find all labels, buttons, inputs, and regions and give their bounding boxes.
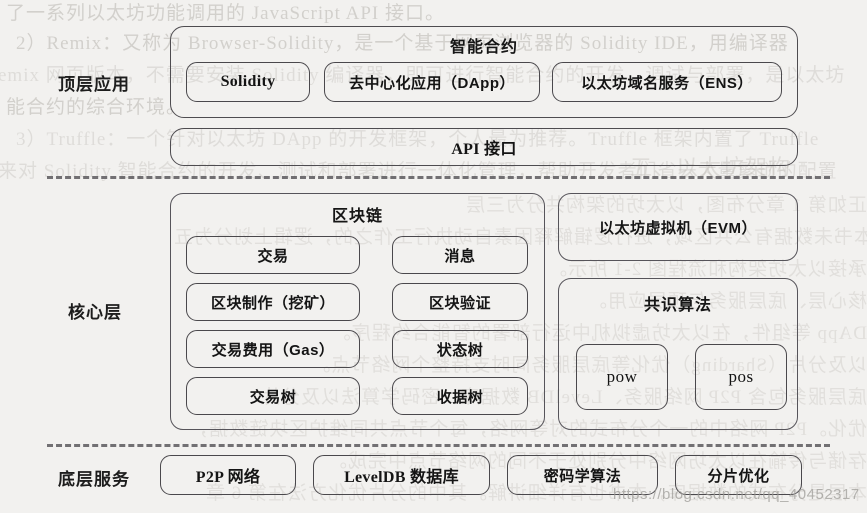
blockchain-item-transaction-label: 交易	[257, 247, 289, 265]
blockchain-title: 区块链	[331, 208, 383, 225]
tier-label-core-layer: 核心层	[68, 303, 122, 322]
bottom-item-p2p-network[interactable]: P2P 网络	[160, 455, 296, 495]
bottom-item-leveldb[interactable]: LevelDB 数据库	[313, 455, 490, 495]
blockchain-item-block-mining-label: 区块制作（挖矿）	[210, 294, 335, 312]
smart-contract-item-dapp-label: 去中心化应用（DApp）	[349, 74, 515, 92]
api-interface-label: API 接口	[451, 141, 517, 158]
blockchain-item-gas-fee-label: 交易费用（Gas）	[211, 341, 335, 359]
blockchain-item-transaction-tree-label: 交易树	[249, 388, 297, 406]
tier-label-bottom-layer: 底层服务	[58, 470, 130, 489]
evm-label: 以太坊虚拟机（EVM）	[598, 219, 757, 237]
divider-top-core	[47, 176, 830, 179]
blockchain-item-message-label: 消息	[444, 247, 476, 265]
bottom-item-sharding-label: 分片优化	[707, 467, 770, 485]
smart-contract-item-dapp[interactable]: 去中心化应用（DApp）	[324, 62, 540, 102]
blockchain-item-receipt-tree-label: 收据树	[436, 388, 484, 406]
bottom-item-p2p-network-label: P2P 网络	[195, 469, 261, 486]
blockchain-item-message[interactable]: 消息	[392, 236, 528, 274]
bottom-item-sharding[interactable]: 分片优化	[675, 455, 802, 495]
smart-contract-item-solidity[interactable]: Solidity	[186, 62, 310, 102]
tier-label-top-layer: 顶层应用	[58, 75, 130, 94]
blockchain-item-gas-fee[interactable]: 交易费用（Gas）	[186, 330, 360, 368]
divider-core-bottom	[47, 444, 830, 447]
bottom-item-cryptography[interactable]: 密码学算法	[507, 455, 658, 495]
diagram-page: 了一系列以太坊功能调用的 JavaScript API 接口。 2）Remix：又…	[0, 0, 867, 513]
smart-contract-item-solidity-label: Solidity	[220, 73, 276, 90]
consensus-item-pos-label: pos	[728, 367, 754, 386]
api-interface-box[interactable]: API 接口	[170, 128, 798, 166]
smart-contract-item-ens-label: 以太坊域名服务（ENS）	[581, 74, 753, 92]
blockchain-item-block-validation[interactable]: 区块验证	[392, 283, 528, 321]
ethereum-architecture-diagram: 顶层应用 核心层 底层服务 智能合约 Solidity 去中心化应用（DApp）…	[0, 0, 867, 513]
blockchain-item-state-tree-label: 状态树	[436, 341, 484, 359]
blockchain-item-transaction-tree[interactable]: 交易树	[186, 377, 360, 415]
blockchain-item-block-mining[interactable]: 区块制作（挖矿）	[186, 283, 360, 321]
blockchain-item-state-tree[interactable]: 状态树	[392, 330, 528, 368]
blockchain-item-receipt-tree[interactable]: 收据树	[392, 377, 528, 415]
bottom-item-leveldb-label: LevelDB 数据库	[344, 469, 459, 486]
bottom-item-cryptography-label: 密码学算法	[543, 467, 622, 485]
blockchain-item-block-validation-label: 区块验证	[428, 294, 491, 312]
consensus-item-pow-label: pow	[606, 367, 638, 386]
consensus-title: 共识算法	[643, 297, 712, 314]
consensus-item-pos[interactable]: pos	[695, 344, 787, 410]
smart-contract-item-ens[interactable]: 以太坊域名服务（ENS）	[552, 62, 782, 102]
evm-box[interactable]: 以太坊虚拟机（EVM）	[558, 193, 798, 261]
smart-contract-title: 智能合约	[449, 39, 518, 56]
consensus-item-pow[interactable]: pow	[576, 344, 668, 410]
blockchain-item-transaction[interactable]: 交易	[186, 236, 360, 274]
